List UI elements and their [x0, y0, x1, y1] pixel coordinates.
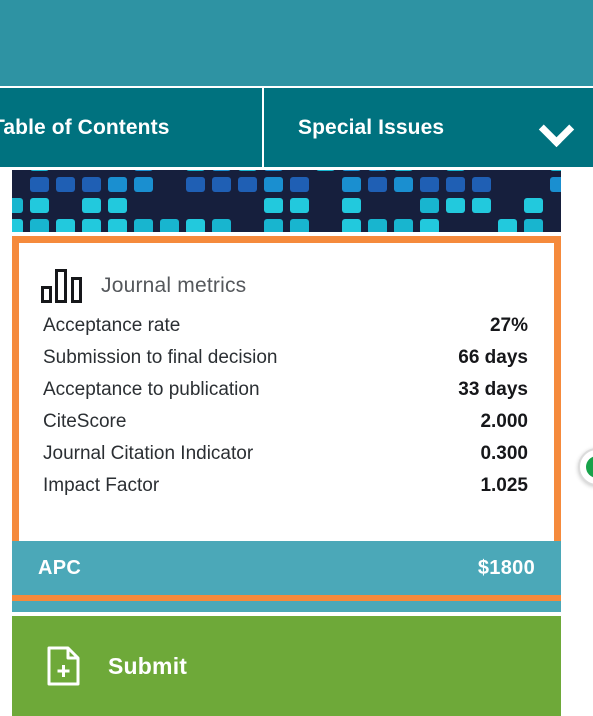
banner-pixel: [342, 170, 361, 171]
metric-value: 1.025: [480, 475, 528, 496]
banner-pixel: [238, 170, 257, 171]
pixel-mosaic-banner: [12, 170, 561, 232]
banner-pixel: [56, 219, 75, 232]
banner-pixel: [108, 219, 127, 232]
metric-value: 66 days: [458, 347, 528, 368]
apc-under-strip: [12, 601, 561, 612]
banner-pixel: [264, 198, 283, 213]
banner-pixel: [550, 177, 561, 192]
banner-pixel: [30, 170, 49, 171]
banner-pixel: [134, 170, 153, 171]
banner-pixel: [472, 177, 491, 192]
banner-pixel: [108, 177, 127, 192]
metric-label: Acceptance rate: [43, 315, 181, 336]
status-dot: [586, 456, 593, 478]
banner-pixel: [56, 177, 75, 192]
metric-row: Journal Citation Indicator 0.300: [43, 443, 528, 475]
banner-pixel: [238, 177, 257, 192]
metric-value: 0.300: [480, 443, 528, 464]
journal-metrics-title: Journal metrics: [101, 274, 247, 297]
metric-row: Acceptance rate 27%: [43, 315, 528, 347]
banner-pixel: [446, 198, 465, 213]
document-plus-icon: [47, 646, 80, 686]
chevron-down-icon: [541, 113, 571, 143]
metric-row: Acceptance to publication 33 days: [43, 379, 528, 411]
submit-button[interactable]: Submit: [12, 616, 561, 716]
main-nav: Table of Contents Special Issues: [0, 88, 593, 167]
banner-pixel: [524, 219, 543, 232]
banner-pixel: [472, 198, 491, 213]
metric-value: 33 days: [458, 379, 528, 400]
nav-item-special-issues[interactable]: Special Issues: [264, 88, 593, 167]
banner-pixel: [368, 219, 387, 232]
banner-pixel: [368, 170, 387, 171]
banner-pixel: [342, 198, 361, 213]
banner-pixel: [186, 219, 205, 232]
nav-item-label: Table of Contents: [0, 115, 170, 139]
banner-pixel: [264, 177, 283, 192]
banner-pixel: [82, 177, 101, 192]
banner-pixel: [446, 170, 465, 171]
banner-pixel: [420, 177, 439, 192]
banner-pixel: [12, 219, 23, 232]
banner-pixel: [290, 177, 309, 192]
banner-pixel: [420, 198, 439, 213]
banner-pixel: [394, 170, 413, 171]
banner-pixel: [82, 219, 101, 232]
bar-chart-icon: [41, 269, 83, 303]
metric-row: CiteScore 2.000: [43, 411, 528, 443]
banner-pixel: [290, 198, 309, 213]
nav-item-table-of-contents[interactable]: Table of Contents: [0, 88, 264, 167]
metric-label: Impact Factor: [43, 475, 160, 496]
banner-pixel: [550, 170, 561, 171]
banner-pixel: [82, 198, 101, 213]
metric-row: Impact Factor 1.025: [43, 475, 528, 507]
hero-band: [0, 0, 593, 86]
banner-pixel: [264, 170, 283, 171]
metric-label: Submission to final decision: [43, 347, 278, 368]
banner-pixel: [12, 198, 23, 213]
apc-bar: APC $1800: [12, 541, 561, 595]
journal-metrics-header: Journal metrics: [19, 243, 554, 309]
nav-item-label: Special Issues: [298, 115, 445, 139]
green-status-dot-icon[interactable]: [578, 448, 593, 486]
banner-pixel: [186, 177, 205, 192]
banner-pixel: [30, 177, 49, 192]
metric-label: Journal Citation Indicator: [43, 443, 254, 464]
metric-label: Acceptance to publication: [43, 379, 260, 400]
banner-pixel: [212, 177, 231, 192]
banner-pixel: [212, 219, 231, 232]
metric-value: 27%: [489, 315, 528, 336]
banner-pixel: [108, 198, 127, 213]
page-root: Table of Contents Special Issues Journal…: [0, 0, 593, 716]
banner-pixel: [160, 219, 179, 232]
apc-label: APC: [38, 556, 82, 579]
banner-pixel: [394, 219, 413, 232]
banner-pixel: [446, 177, 465, 192]
banner-pixel: [264, 219, 283, 232]
banner-pixel: [30, 219, 49, 232]
banner-pixel: [524, 198, 543, 213]
banner-pixel: [498, 219, 517, 232]
banner-pixel: [186, 170, 205, 171]
banner-pixel: [212, 170, 231, 171]
journal-metrics-list: Acceptance rate 27% Submission to final de…: [19, 309, 554, 507]
banner-pixel: [394, 177, 413, 192]
metric-value: 2.000: [480, 411, 528, 432]
banner-pixel: [134, 219, 153, 232]
submit-button-label: Submit: [108, 652, 188, 679]
banner-pixel: [290, 219, 309, 232]
metric-row: Submission to final decision 66 days: [43, 347, 528, 379]
banner-pixel: [342, 219, 361, 232]
banner-pixel: [420, 219, 439, 232]
banner-pixel: [134, 177, 153, 192]
banner-pixel: [368, 177, 387, 192]
metric-label: CiteScore: [43, 411, 127, 432]
banner-pixel: [30, 198, 49, 213]
apc-value: $1800: [477, 556, 535, 579]
banner-pixel: [342, 177, 361, 192]
banner-pixel: [316, 170, 335, 171]
